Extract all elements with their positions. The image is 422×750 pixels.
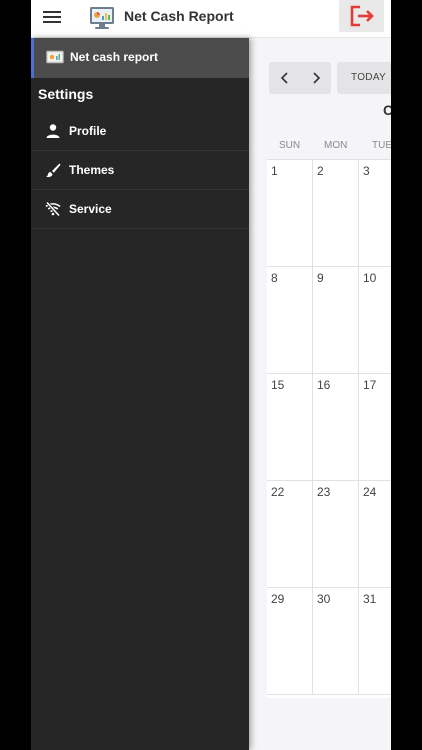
- chevron-right-icon: [312, 72, 320, 84]
- prev-month-button[interactable]: [269, 62, 300, 94]
- day-cell[interactable]: 10: [359, 267, 391, 374]
- day-number: 2: [317, 164, 324, 178]
- app-bar: Net Cash Report: [31, 0, 391, 38]
- calendar-toolbar: TODAY: [269, 62, 391, 94]
- day-cell[interactable]: 30: [313, 588, 359, 695]
- navigation-drawer: Net cash report Settings Profile Themes: [31, 38, 249, 750]
- drawer-item-service[interactable]: Service: [31, 190, 249, 229]
- month-title: C: [383, 102, 391, 118]
- monitor-chart-logo-icon: [90, 7, 114, 29]
- day-cell[interactable]: 16: [313, 374, 359, 481]
- day-number: 24: [363, 485, 377, 499]
- day-cell[interactable]: 9: [313, 267, 359, 374]
- day-cell[interactable]: 22: [267, 481, 313, 588]
- day-cell[interactable]: 2: [313, 160, 359, 267]
- logout-icon: [350, 5, 374, 27]
- calendar-grid: 1 2 3 8 9 10 15 16 17 22 23 24 29 30 31: [267, 160, 391, 698]
- day-cell[interactable]: 29: [267, 588, 313, 695]
- day-number: 15: [271, 378, 285, 392]
- day-cell[interactable]: 23: [313, 481, 359, 588]
- day-number: 31: [363, 592, 377, 606]
- day-number: 29: [271, 592, 285, 606]
- drawer-item-profile[interactable]: Profile: [31, 112, 249, 151]
- drawer-item-label: Profile: [69, 124, 107, 138]
- day-cell[interactable]: 24: [359, 481, 391, 588]
- day-cell[interactable]: 17: [359, 374, 391, 481]
- day-number: 16: [317, 378, 331, 392]
- weekday-label: TUE: [372, 140, 391, 151]
- next-month-button[interactable]: [300, 62, 331, 94]
- calendar-nav-group: [269, 62, 331, 94]
- person-icon: [46, 124, 60, 138]
- app-title: Net Cash Report: [124, 8, 234, 24]
- day-cell[interactable]: 3: [359, 160, 391, 267]
- day-number: 8: [271, 271, 278, 285]
- day-cell[interactable]: 8: [267, 267, 313, 374]
- day-number: 10: [363, 271, 377, 285]
- cash-report-icon: [46, 50, 64, 64]
- brush-icon: [46, 163, 61, 178]
- drawer-item-label: Service: [69, 202, 112, 216]
- day-number: 22: [271, 485, 285, 499]
- app-screen: Net Cash Report TODAY C SUN MON TUE 1 2 …: [31, 0, 391, 750]
- day-number: 30: [317, 592, 331, 606]
- drawer-item-label: Net cash report: [70, 50, 159, 64]
- settings-section-title: Settings: [38, 86, 94, 102]
- day-number: 17: [363, 378, 377, 392]
- day-number: 23: [317, 485, 331, 499]
- drawer-item-themes[interactable]: Themes: [31, 151, 249, 190]
- drawer-item-label: Themes: [69, 163, 115, 177]
- day-cell[interactable]: 15: [267, 374, 313, 481]
- day-number: 1: [271, 164, 278, 178]
- calendar-view: TODAY C SUN MON TUE 1 2 3 8 9 10 15 16 1…: [249, 38, 391, 750]
- menu-icon[interactable]: [43, 9, 63, 25]
- weekday-label: SUN: [279, 140, 301, 151]
- today-button[interactable]: TODAY: [337, 62, 391, 94]
- day-number: 3: [363, 164, 370, 178]
- weekday-header: SUN MON TUE: [267, 134, 391, 160]
- logout-button[interactable]: [339, 0, 384, 32]
- day-cell[interactable]: 1: [267, 160, 313, 267]
- day-cell[interactable]: 31: [359, 588, 391, 695]
- chevron-left-icon: [280, 72, 288, 84]
- weekday-label: MON: [324, 140, 348, 151]
- day-number: 9: [317, 271, 324, 285]
- wifi-off-icon: [45, 201, 61, 217]
- drawer-item-net-cash-report[interactable]: Net cash report: [31, 38, 249, 78]
